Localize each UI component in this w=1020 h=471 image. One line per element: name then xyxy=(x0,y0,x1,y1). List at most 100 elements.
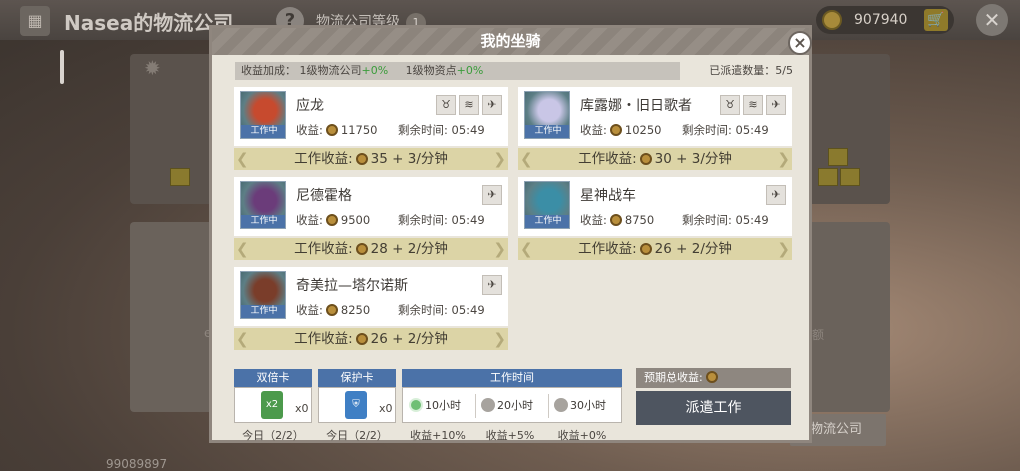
mount-income-label: 收益: xyxy=(296,213,323,227)
mount-avatar[interactable]: 工作中 xyxy=(240,91,286,139)
mount-remaining-time: 剩余时间: 05:49 xyxy=(682,212,769,228)
coin-icon xyxy=(325,214,338,226)
mount-remaining-label: 剩余时间: xyxy=(398,213,448,227)
mount-name: 尼德霍格 xyxy=(296,188,352,204)
radio-selected-icon[interactable] xyxy=(409,398,423,412)
bonus-point-pct: +0% xyxy=(456,64,484,77)
crate-icon xyxy=(828,148,848,166)
coin-icon xyxy=(609,214,622,226)
mount-trait-icon[interactable]: ✈ xyxy=(482,185,502,205)
coin-icon xyxy=(355,243,368,255)
crate-icon xyxy=(818,168,838,186)
mount-card-info: 工作中 星神战车 ✈ 收益: 8750 剩余时间: 05:49 xyxy=(518,177,792,236)
work-time-option-20[interactable]: 20小时 xyxy=(481,397,533,413)
chevron-right-icon: ❯ xyxy=(777,150,790,168)
mount-trait-icon[interactable]: ≋ xyxy=(459,95,479,115)
coin-icon xyxy=(355,333,368,345)
coin-icon xyxy=(325,124,338,136)
chevron-right-icon: ❯ xyxy=(777,240,790,258)
mount-income: 收益: 9500 xyxy=(296,212,370,228)
protect-card-slot[interactable]: ⛨ x0 xyxy=(318,387,396,423)
crate-icon xyxy=(840,168,860,186)
work-time-option-10[interactable]: 10小时 xyxy=(409,397,461,413)
coin-counter: 907940 🛒 xyxy=(816,6,954,34)
mount-status-badge: 工作中 xyxy=(241,125,285,138)
mount-trait-icon[interactable]: ≋ xyxy=(743,95,763,115)
mount-income: 收益: 11750 xyxy=(296,122,377,138)
work-time-option-label: 30小时 xyxy=(570,399,606,412)
chevron-left-icon: ❮ xyxy=(520,240,533,258)
bonus-company-pct: +0% xyxy=(361,64,389,77)
shield-icon: ⛨ xyxy=(345,391,367,419)
work-time-option-30[interactable]: 30小时 xyxy=(554,397,606,413)
double-card-slot[interactable]: x2 x0 xyxy=(234,387,312,423)
mount-remaining-value: 05:49 xyxy=(735,213,769,227)
mount-trait-icon[interactable]: ✈ xyxy=(766,185,786,205)
mount-name: 库露娜・旧日歌者 xyxy=(580,98,692,114)
main-close-button[interactable]: ✕ xyxy=(976,4,1008,36)
double-card-title: 双倍卡 xyxy=(234,369,312,387)
work-time-bonuses: 收益+10% 收益+5% 收益+0% xyxy=(402,427,622,443)
work-time-bonus: 收益+0% xyxy=(557,429,607,442)
mount-income: 收益: 8750 xyxy=(580,212,654,228)
dispatched-count: 已派遣数量：5/5 xyxy=(709,64,793,77)
mount-traits: ✈ xyxy=(479,273,502,295)
gear-icon[interactable]: ✹ xyxy=(144,56,161,80)
mount-avatar[interactable]: 工作中 xyxy=(524,91,570,139)
protect-card-count: x0 xyxy=(379,402,393,415)
work-income-label: 工作收益: xyxy=(294,151,353,167)
scroll-indicator[interactable] xyxy=(60,50,64,84)
mount-trait-icon[interactable]: ♉ xyxy=(436,95,456,115)
mount-income-label: 收益: xyxy=(296,303,323,317)
mount-trait-icon[interactable]: ♉ xyxy=(720,95,740,115)
shop-cart-icon[interactable]: 🛒 xyxy=(924,9,948,31)
bonus-company: 1级物流公司 xyxy=(299,64,362,77)
expected-income: 预期总收益: xyxy=(636,368,791,388)
mount-card[interactable]: 工作中 星神战车 ✈ 收益: 8750 剩余时间: 05:49 ❮ 工作收益: 26… xyxy=(518,177,792,260)
double-card[interactable]: 双倍卡 x2 x0 今日（2/2） xyxy=(234,369,312,443)
my-mounts-dialog: 我的坐骑 × 收益加成： 1级物流公司+0% 1级物资点+0% 已派遣数量：5/… xyxy=(209,25,812,443)
mount-trait-icon[interactable]: ✈ xyxy=(482,95,502,115)
chevron-left-icon: ❮ xyxy=(520,150,533,168)
chevron-right-icon: ❯ xyxy=(493,150,506,168)
work-time-title: 工作时间 xyxy=(402,369,622,387)
mount-remaining-value: 05:49 xyxy=(451,123,485,137)
mount-income-value: 10250 xyxy=(624,123,662,137)
mount-avatar[interactable]: 工作中 xyxy=(240,271,286,319)
double-card-icon: x2 xyxy=(261,391,283,419)
work-income-rate: 30 + 3/分钟 xyxy=(654,151,732,167)
mount-income-label: 收益: xyxy=(296,123,323,137)
mount-name: 应龙 xyxy=(296,98,324,114)
mount-income-value: 8750 xyxy=(624,213,655,227)
mount-traits: ✈ xyxy=(479,183,502,205)
mount-remaining-label: 剩余时间: xyxy=(398,123,448,137)
mount-trait-icon[interactable]: ✈ xyxy=(482,275,502,295)
mount-trait-icon[interactable]: ✈ xyxy=(766,95,786,115)
mount-status-badge: 工作中 xyxy=(525,125,569,138)
income-bonus-bar: 收益加成： 1级物流公司+0% 1级物资点+0% xyxy=(235,62,680,80)
bonus-prefix: 收益加成： xyxy=(241,64,296,77)
company-logo-icon: ▦ xyxy=(20,6,50,36)
work-time-option-label: 10小时 xyxy=(425,399,461,412)
mount-avatar[interactable]: 工作中 xyxy=(524,181,570,229)
dispatch-button[interactable]: 派遣工作 xyxy=(636,391,791,425)
mount-avatar[interactable]: 工作中 xyxy=(240,181,286,229)
mount-work-income: ❮ 工作收益: 28 + 2/分钟 ❯ xyxy=(234,238,508,260)
chevron-right-icon: ❯ xyxy=(493,240,506,258)
mount-card[interactable]: 工作中 库露娜・旧日歌者 ♉ ≋ ✈ 收益: 10250 剩余时间: 05:49 ❮ … xyxy=(518,87,792,170)
mount-name: 星神战车 xyxy=(580,188,636,204)
mount-card-info: 工作中 奇美拉—塔尔诺斯 ✈ 收益: 8250 剩余时间: 05:49 xyxy=(234,267,508,326)
player-id: 99089897 xyxy=(106,457,168,471)
mount-work-income: ❮ 工作收益: 30 + 3/分钟 ❯ xyxy=(518,148,792,170)
coin-value: 907940 xyxy=(854,12,908,28)
radio-icon[interactable] xyxy=(481,398,495,412)
protect-card[interactable]: 保护卡 ⛨ x0 今日（2/2） xyxy=(318,369,396,443)
mount-card[interactable]: 工作中 奇美拉—塔尔诺斯 ✈ 收益: 8250 剩余时间: 05:49 ❮ 工作收… xyxy=(234,267,508,350)
mount-income-value: 9500 xyxy=(340,213,371,227)
mount-card[interactable]: 工作中 应龙 ♉ ≋ ✈ 收益: 11750 剩余时间: 05:49 ❮ 工作收益: 3… xyxy=(234,87,508,170)
dialog-close-button[interactable]: × xyxy=(788,31,812,55)
mount-card[interactable]: 工作中 尼德霍格 ✈ 收益: 9500 剩余时间: 05:49 ❮ 工作收益: 28… xyxy=(234,177,508,260)
radio-icon[interactable] xyxy=(554,398,568,412)
mount-traits: ♉ ≋ ✈ xyxy=(717,93,786,115)
mount-remaining-time: 剩余时间: 05:49 xyxy=(398,212,485,228)
